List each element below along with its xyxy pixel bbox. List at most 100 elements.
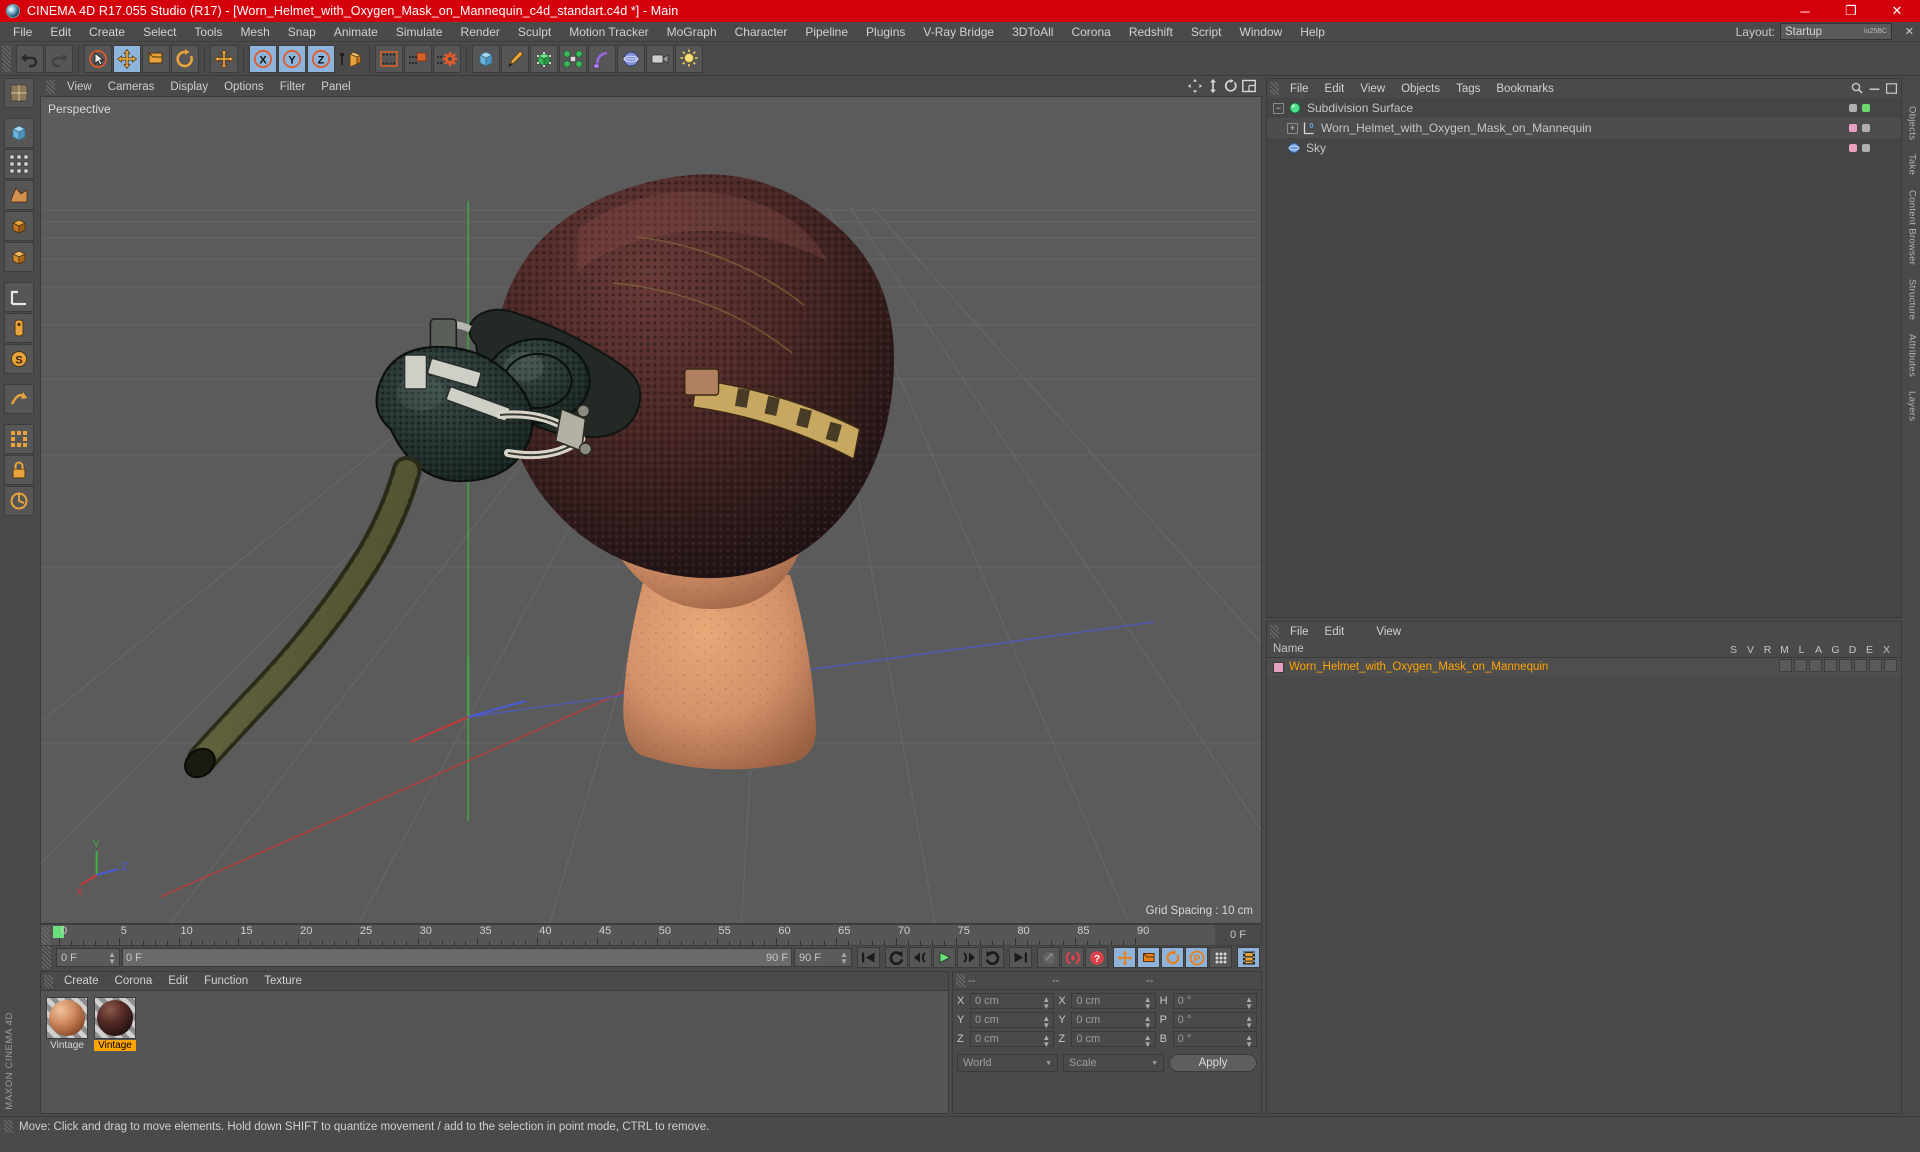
menu-pipeline[interactable]: Pipeline bbox=[796, 24, 857, 40]
point-mode-icon[interactable] bbox=[4, 118, 34, 148]
spinner-icon-2[interactable]: ▲ ▼ bbox=[840, 951, 848, 966]
material-thumbnail[interactable] bbox=[46, 997, 88, 1039]
render-settings-icon[interactable] bbox=[433, 44, 461, 73]
material-menu-texture[interactable]: Texture bbox=[256, 974, 310, 988]
coord-pos-y-field[interactable]: 0 cm ▲ ▼ bbox=[970, 1012, 1055, 1030]
layout-dropdown[interactable]: Startup \u25BC bbox=[1780, 23, 1892, 40]
object-tree[interactable]: − Subdivision Surface + 0 Worn_Helmet_wi… bbox=[1267, 98, 1901, 617]
material-tag-icon[interactable] bbox=[1273, 661, 1284, 673]
object-menu-edit[interactable]: Edit bbox=[1317, 82, 1353, 96]
render-view-icon[interactable] bbox=[375, 44, 403, 73]
coordinate-mode-dropdown[interactable]: Scale ▼ bbox=[1063, 1054, 1164, 1072]
coord-rot-h-field[interactable]: 0 ° ▲ ▼ bbox=[1172, 993, 1257, 1011]
move-tool-icon[interactable] bbox=[113, 44, 141, 73]
current-frame-field[interactable]: 0 F ▲ ▼ bbox=[56, 948, 120, 967]
generator-icon[interactable] bbox=[530, 44, 558, 73]
menu-animate[interactable]: Animate bbox=[325, 24, 387, 40]
menu-character[interactable]: Character bbox=[726, 24, 797, 40]
coord-pos-z-field[interactable]: 0 cm ▲ ▼ bbox=[970, 1031, 1055, 1049]
rotation-key-icon[interactable] bbox=[1161, 947, 1184, 968]
record-active-objects-icon[interactable] bbox=[1037, 947, 1060, 968]
viewport-menu-display[interactable]: Display bbox=[162, 81, 216, 93]
object-dots-2[interactable] bbox=[1843, 138, 1901, 158]
coordinate-system-dropdown[interactable]: World ▼ bbox=[957, 1054, 1058, 1072]
menu-create[interactable]: Create bbox=[80, 24, 134, 40]
coord-pos-x-field[interactable]: 0 cm ▲ ▼ bbox=[970, 993, 1055, 1011]
menu-select[interactable]: Select bbox=[134, 24, 185, 40]
timeline-ruler[interactable]: 0 5 10 15 20 25 30 35 40 45 50 55 60 65 70 75 80 85 90 0 F bbox=[40, 924, 1262, 946]
menu-script[interactable]: Script bbox=[1182, 24, 1231, 40]
array-icon[interactable] bbox=[559, 44, 587, 73]
menu-file[interactable]: File bbox=[4, 24, 41, 40]
point-level-animation-icon[interactable] bbox=[1209, 947, 1232, 968]
attribute-menu-file[interactable]: File bbox=[1282, 625, 1317, 639]
vtab-layers[interactable]: Layers bbox=[1907, 391, 1918, 421]
attribute-row-helmet[interactable]: Worn_Helmet_with_Oxygen_Mask_on_Mannequi… bbox=[1267, 658, 1901, 676]
object-row-sky[interactable]: Sky bbox=[1267, 138, 1901, 158]
material-thumbnail-2[interactable] bbox=[94, 997, 136, 1039]
orbit-icon[interactable] bbox=[1224, 79, 1237, 93]
visibility-editor-dot[interactable] bbox=[1849, 104, 1857, 112]
tag-icon-7[interactable] bbox=[1869, 659, 1882, 672]
timeline-icon[interactable] bbox=[1237, 947, 1260, 968]
bend-deformer-icon[interactable] bbox=[588, 44, 616, 73]
menu-edit[interactable]: Edit bbox=[41, 24, 80, 40]
object-menu-objects[interactable]: Objects bbox=[1393, 82, 1448, 96]
tag-icon-2[interactable] bbox=[1794, 659, 1807, 672]
viewport-menu-options[interactable]: Options bbox=[216, 81, 272, 93]
move-axis-icon[interactable] bbox=[210, 44, 238, 73]
object-menu-tags[interactable]: Tags bbox=[1448, 82, 1488, 96]
play-loop-icon[interactable] bbox=[981, 947, 1004, 968]
timeline-grip[interactable] bbox=[41, 927, 50, 945]
model-mode-icon[interactable] bbox=[4, 211, 34, 241]
pan-icon[interactable] bbox=[1188, 79, 1202, 93]
coord-rot-b-field[interactable]: 0 ° ▲ ▼ bbox=[1172, 1031, 1257, 1049]
go-to-end-icon[interactable] bbox=[1009, 947, 1032, 968]
vtab-attributes[interactable]: Attributes bbox=[1907, 334, 1918, 377]
menubar-close-icon[interactable]: ✕ bbox=[1905, 25, 1914, 38]
material-menu-edit[interactable]: Edit bbox=[160, 974, 196, 988]
undo-icon[interactable] bbox=[16, 44, 44, 73]
axis-lock-icon[interactable] bbox=[4, 313, 34, 343]
zoom-icon[interactable] bbox=[1207, 79, 1219, 93]
viewport-menu-cameras[interactable]: Cameras bbox=[100, 81, 163, 93]
attribute-manager-grip[interactable] bbox=[1270, 625, 1279, 638]
tag-icon-5[interactable] bbox=[1839, 659, 1852, 672]
texture-mode-icon[interactable] bbox=[4, 282, 34, 312]
position-key-icon[interactable] bbox=[1113, 947, 1136, 968]
light-icon[interactable] bbox=[675, 44, 703, 73]
vtab-structure[interactable]: Structure bbox=[1907, 279, 1918, 320]
play-backwards-icon[interactable] bbox=[885, 947, 908, 968]
visibility-dot-2[interactable] bbox=[1862, 144, 1870, 152]
vtab-objects[interactable]: Objects bbox=[1907, 106, 1918, 140]
polygon-mode-icon[interactable] bbox=[4, 180, 34, 210]
object-dots-0[interactable] bbox=[1843, 98, 1901, 118]
next-frame-icon[interactable] bbox=[957, 947, 980, 968]
attribute-menu-edit[interactable]: Edit bbox=[1317, 625, 1353, 639]
menu-help[interactable]: Help bbox=[1291, 24, 1334, 40]
menu-mograph[interactable]: MoGraph bbox=[658, 24, 726, 40]
viewport-menu-filter[interactable]: Filter bbox=[272, 81, 314, 93]
coord-size-y-field[interactable]: 0 cm ▲ ▼ bbox=[1071, 1012, 1156, 1030]
object-mode-icon[interactable] bbox=[4, 242, 34, 272]
material-item-0[interactable]: Vintage bbox=[46, 997, 88, 1051]
menu-motion-tracker[interactable]: Motion Tracker bbox=[560, 24, 657, 40]
render-region-icon[interactable] bbox=[404, 44, 432, 73]
coord-size-z-field[interactable]: 0 cm ▲ ▼ bbox=[1071, 1031, 1156, 1049]
quantize-icon[interactable] bbox=[4, 486, 34, 516]
scale-key-icon[interactable] bbox=[1137, 947, 1160, 968]
enable-axis-icon[interactable] bbox=[4, 384, 34, 414]
coord-size-x-field[interactable]: 0 cm ▲ ▼ bbox=[1071, 993, 1156, 1011]
edge-mode-icon[interactable] bbox=[4, 149, 34, 179]
menu-sculpt[interactable]: Sculpt bbox=[509, 24, 560, 40]
material-menu-create[interactable]: Create bbox=[56, 974, 107, 988]
tag-icon-8[interactable] bbox=[1884, 659, 1897, 672]
menu-mesh[interactable]: Mesh bbox=[231, 24, 278, 40]
visibility-dot-1[interactable] bbox=[1862, 124, 1870, 132]
toolbar-grip[interactable] bbox=[2, 45, 11, 72]
axis-x-button[interactable]: X bbox=[249, 44, 277, 73]
menu-render[interactable]: Render bbox=[452, 24, 509, 40]
object-row-subdivision-surface[interactable]: − Subdivision Surface bbox=[1267, 98, 1901, 118]
world-axis-icon[interactable] bbox=[336, 44, 364, 73]
menu-snap[interactable]: Snap bbox=[279, 24, 325, 40]
